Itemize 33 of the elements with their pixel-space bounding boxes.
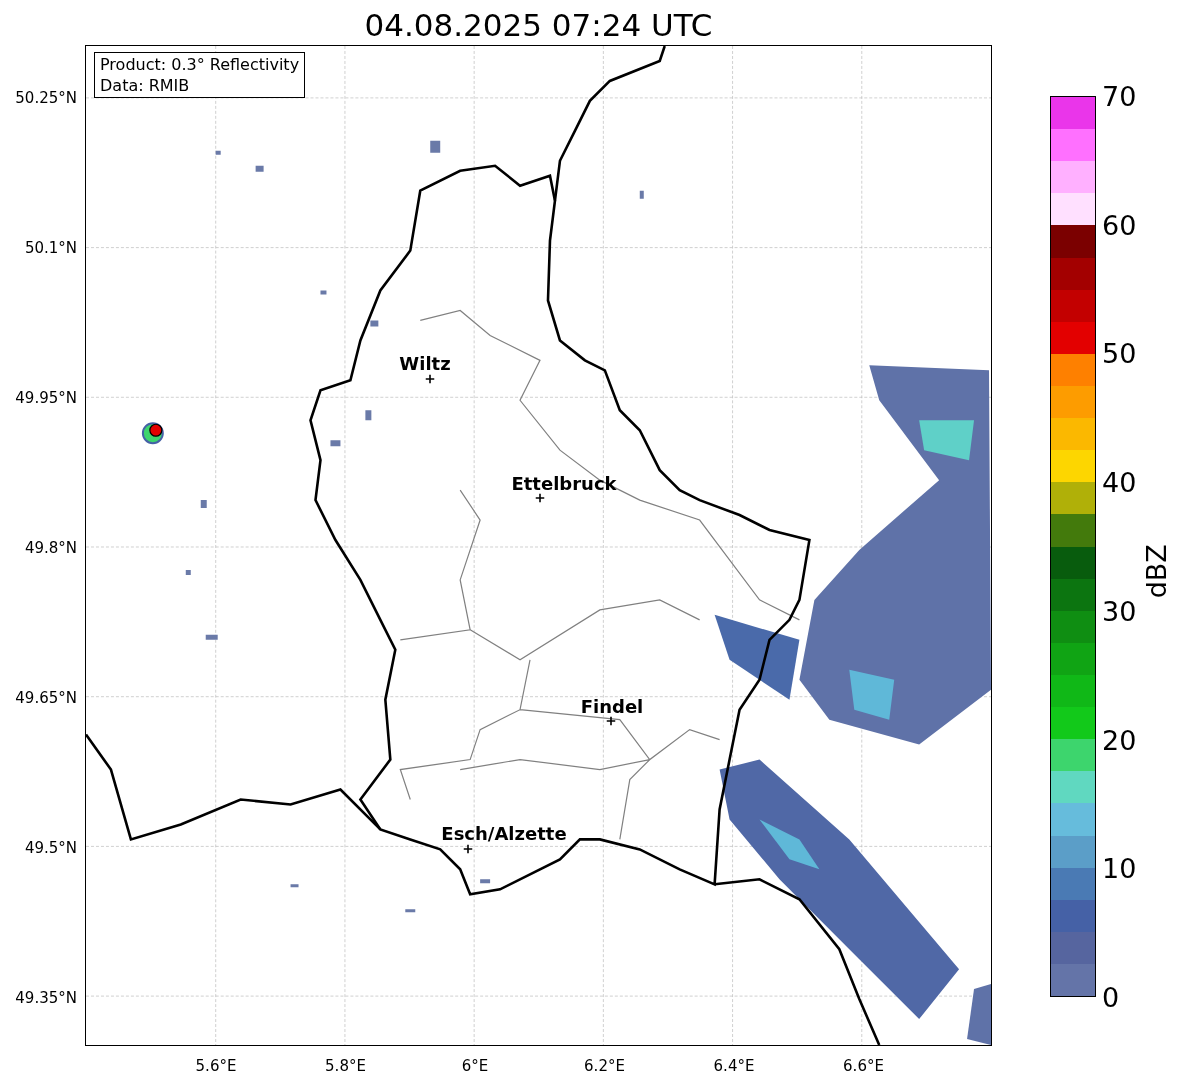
info-text: Product: 0.3° Reflectivity xyxy=(100,54,300,75)
colorbar-tick-label: 30 xyxy=(1102,597,1137,625)
colorbar-tick-label: 0 xyxy=(1102,983,1120,1011)
colorbar-tick-label: 70 xyxy=(1102,82,1137,110)
colorbar-tick-label: 50 xyxy=(1102,339,1137,367)
axis-tick-label: 6°E xyxy=(461,1056,489,1077)
axis-tick-label: 49.8°N xyxy=(24,537,77,559)
axis-tick-label: 6.4°E xyxy=(713,1056,755,1077)
axis-tick-label: 50.25°N xyxy=(15,87,77,109)
city-label: Ettelbruck xyxy=(511,471,617,496)
city-marker-icon xyxy=(425,374,435,384)
colorbar-label: dBZ xyxy=(1139,543,1173,599)
axis-tick-label: 6.6°E xyxy=(843,1056,884,1077)
axis-tick-label: 49.95°N xyxy=(15,387,77,409)
colorbar-tick-label: 10 xyxy=(1102,854,1137,882)
chart-title: 04.08.2025 07:24 UTC xyxy=(363,6,714,45)
axis-tick-label: 5.6°E xyxy=(195,1056,237,1077)
axis-tick-label: 6.2°E xyxy=(584,1056,625,1077)
city-marker-icon xyxy=(606,716,616,726)
axis-tick-label: 49.35°N xyxy=(15,987,77,1009)
axis-tick-label: 50.1°N xyxy=(24,237,77,259)
colorbar-tick-label: 60 xyxy=(1102,211,1137,239)
city-label: Wiltz xyxy=(399,351,451,376)
city-marker-icon xyxy=(463,844,473,854)
info-text: Data: RMIB xyxy=(100,75,191,96)
city-marker-icon xyxy=(535,493,545,503)
colorbar-tick-label: 20 xyxy=(1102,726,1137,754)
axis-tick-label: 49.65°N xyxy=(15,687,77,709)
axis-tick-label: 5.8°E xyxy=(325,1056,366,1077)
colorbar-tick-label: 40 xyxy=(1102,468,1137,496)
city-label: Esch/Alzette xyxy=(441,821,567,846)
axis-tick-label: 49.5°N xyxy=(24,837,77,859)
city-label: Findel xyxy=(580,694,644,719)
